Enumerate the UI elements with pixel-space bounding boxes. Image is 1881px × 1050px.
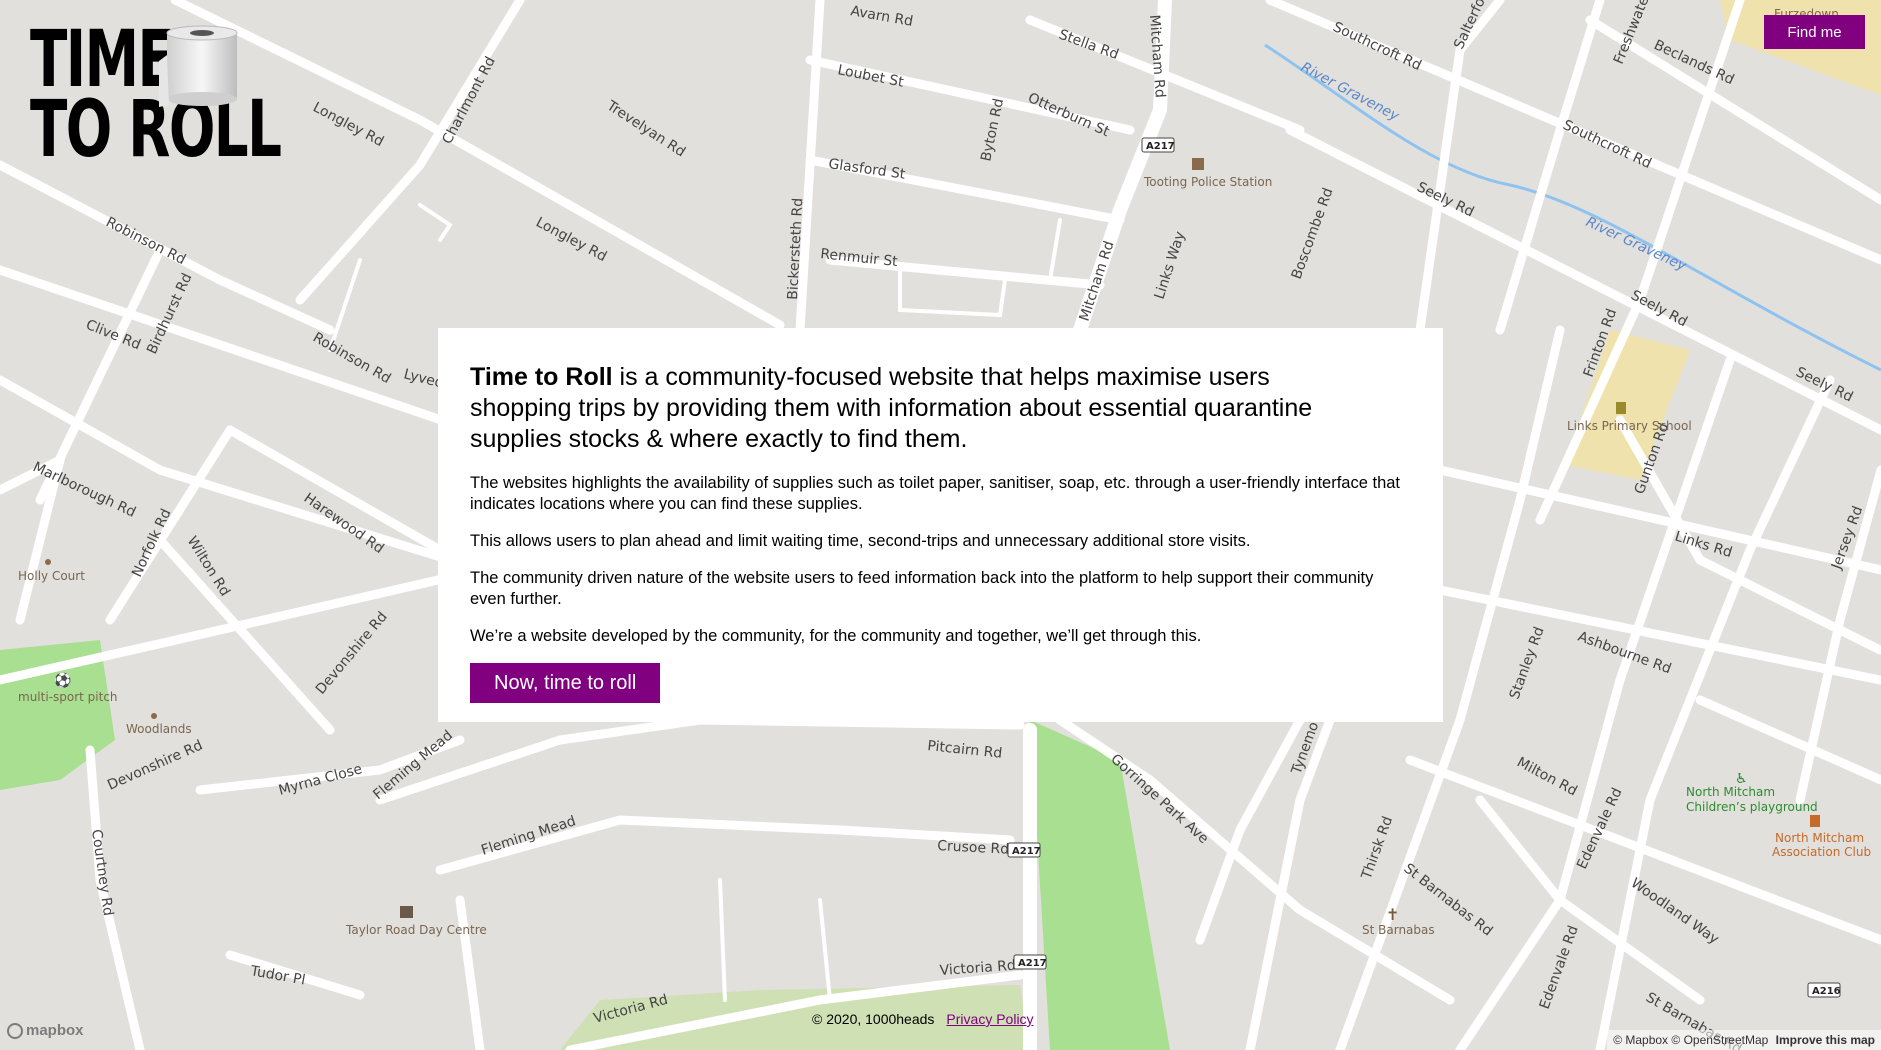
site-logo[interactable]: TIME TO ROLL <box>30 21 282 170</box>
poi-label: Association Club <box>1772 845 1871 859</box>
toilet-roll-icon <box>159 25 238 107</box>
road-shield: A217 <box>1141 137 1175 153</box>
club-icon <box>1810 815 1820 827</box>
mapbox-icon <box>7 1022 23 1039</box>
mapbox-logo[interactable]: mapbox <box>7 1022 84 1039</box>
poi-label: Tooting Police Station <box>1143 175 1272 189</box>
copyright-text: © 2020, 1000heads <box>812 1011 935 1027</box>
intro-paragraph: This allows users to plan ahead and limi… <box>470 532 1251 550</box>
poi-label: Children’s playground <box>1686 800 1818 814</box>
poi-label: North Mitcham <box>1686 785 1775 799</box>
building-icon <box>400 906 413 918</box>
svg-text:A216: A216 <box>1812 986 1841 997</box>
poi-label: North Mitcham <box>1775 831 1864 845</box>
mapbox-wordmark: mapbox <box>26 1022 84 1039</box>
poi-label: Holly Court <box>18 569 85 583</box>
map-attribution: © Mapbox © OpenStreetMap Improve this ma… <box>1607 1030 1881 1050</box>
poi-dot <box>151 713 157 719</box>
poi-label: Woodlands <box>126 722 192 736</box>
privacy-policy-link[interactable]: Privacy Policy <box>946 1011 1033 1027</box>
church-icon: ✝ <box>1386 905 1399 924</box>
pitch-icon: ⚽ <box>53 672 71 689</box>
mapbox-attribution-link[interactable]: © Mapbox <box>1613 1033 1668 1047</box>
time-to-roll-button[interactable]: Now, time to roll <box>470 663 661 703</box>
school-icon <box>1616 402 1626 414</box>
poi-label: multi-sport pitch <box>18 690 118 704</box>
osm-attribution-link[interactable]: © OpenStreetMap <box>1671 1033 1768 1047</box>
intro-paragraph: We’re a website developed by the communi… <box>470 627 1202 645</box>
footer: © 2020, 1000heads Privacy Policy <box>812 1011 1034 1027</box>
brand-name: Time to Roll <box>470 363 613 391</box>
improve-map-link[interactable]: Improve this map <box>1776 1033 1875 1047</box>
intro-paragraph: The community driven nature of the websi… <box>470 569 1374 608</box>
intro-lead: Time to Roll is a community-focused webs… <box>470 362 1370 455</box>
poi-dot <box>45 559 51 565</box>
road-shield: A217 <box>1013 954 1047 970</box>
poi-label: Links Primary School <box>1567 419 1692 433</box>
svg-text:A217: A217 <box>1012 846 1041 857</box>
poi-label: St Barnabas <box>1362 923 1435 937</box>
intro-card: Time to Roll is a community-focused webs… <box>438 328 1443 722</box>
road-shield: A217 <box>1007 842 1041 858</box>
find-me-button[interactable]: Find me <box>1764 15 1865 49</box>
svg-text:A217: A217 <box>1146 141 1175 152</box>
intro-paragraph: The websites highlights the availability… <box>470 474 1401 513</box>
police-icon <box>1192 158 1204 170</box>
svg-text:A217: A217 <box>1018 958 1047 969</box>
road-shield: A216 <box>1807 982 1841 998</box>
poi-label: Taylor Road Day Centre <box>345 923 487 937</box>
